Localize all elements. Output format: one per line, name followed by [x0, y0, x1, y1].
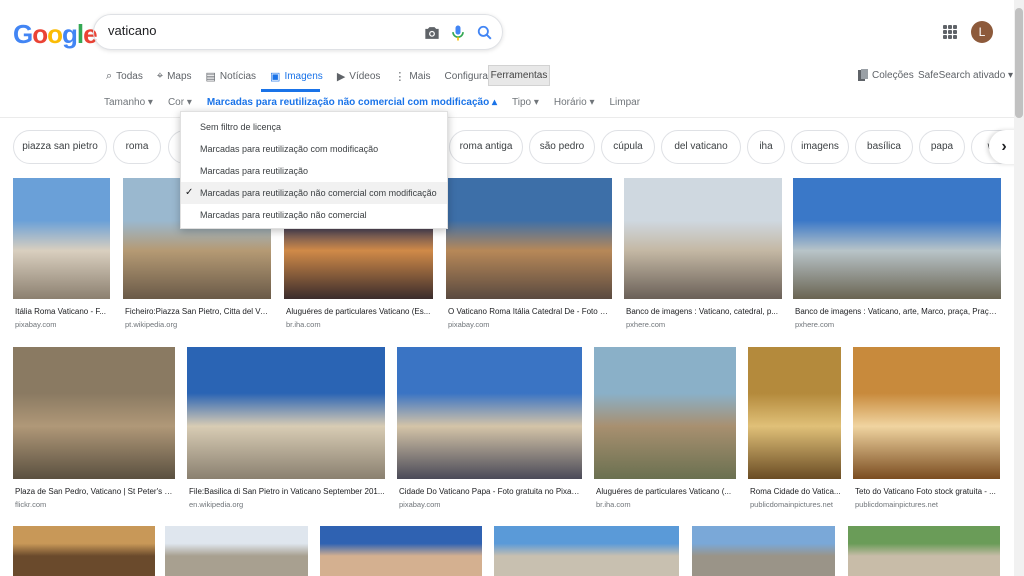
tab-imagens[interactable]: ▣ Imagens: [270, 68, 323, 84]
search-box: [93, 14, 503, 50]
result-source: pt.wikipedia.org: [125, 320, 178, 329]
scrollbar[interactable]: [1014, 0, 1024, 576]
thumbnail-image[interactable]: [320, 526, 482, 576]
active-tab-indicator: [261, 89, 320, 92]
thumbnail-image[interactable]: [692, 526, 835, 576]
filter-time[interactable]: Horário ▾: [554, 97, 595, 108]
search-tabs: ⌕ Todas ⌖ Maps ▤ Notícias ▣ Imagens ▶ Vídeos …: [106, 68, 523, 84]
thumbnail-image[interactable]: [848, 526, 1000, 576]
thumbnail-image[interactable]: [494, 526, 679, 576]
result-source: en.wikipedia.org: [189, 500, 244, 509]
result-title[interactable]: Banco de imagens : Vaticano, catedral, p…: [626, 307, 782, 316]
result-title[interactable]: Ficheiro:Piazza San Pietro, Citta del Va…: [125, 307, 271, 316]
safesearch-toggle[interactable]: SafeSearch ativado ▾: [918, 70, 1013, 81]
chip[interactable]: iha: [747, 130, 785, 164]
video-icon: ▶: [336, 70, 346, 83]
result-title[interactable]: O Vaticano Roma Itália Catedral De - Fot…: [448, 307, 612, 316]
chip[interactable]: roma: [113, 130, 161, 164]
chip[interactable]: basílica: [855, 130, 913, 164]
result-title[interactable]: Aluguéres de particulares Vaticano (...: [596, 487, 736, 496]
result-source: pixabay.com: [399, 500, 441, 509]
filter-usage-rights[interactable]: Marcadas para reutilização não comercial…: [207, 97, 497, 108]
tab-videos[interactable]: ▶ Vídeos: [337, 68, 381, 84]
tab-mais[interactable]: ⋮ Mais: [394, 68, 430, 84]
thumbnail-image[interactable]: [446, 178, 612, 299]
result-title[interactable]: Banco de imagens : Vaticano, arte, Marco…: [795, 307, 1001, 316]
result-source: pxhere.com: [795, 320, 835, 329]
thumbnail-image[interactable]: [624, 178, 782, 299]
avatar[interactable]: L: [971, 21, 993, 43]
menu-item-selected[interactable]: ✓ Marcadas para reutilização não comercia…: [181, 182, 447, 204]
thumbnail-image[interactable]: [165, 526, 308, 576]
thumbnail-image[interactable]: [13, 526, 155, 576]
result-source: br.iha.com: [286, 320, 321, 329]
filter-type[interactable]: Tipo ▾: [512, 97, 539, 108]
thumbnail-image[interactable]: [793, 178, 1001, 299]
thumbnail-image[interactable]: [13, 347, 175, 479]
image-icon: ▣: [270, 70, 281, 83]
result-source: publicdomainpictures.net: [750, 500, 833, 509]
result-source: br.iha.com: [596, 500, 631, 509]
tab-maps[interactable]: ⌖ Maps: [157, 68, 192, 84]
divider: [0, 117, 1014, 118]
chip[interactable]: del vaticano: [661, 130, 741, 164]
more-vert-icon: ⋮: [394, 70, 406, 83]
microphone-icon[interactable]: [448, 23, 468, 43]
news-icon: ▤: [205, 70, 216, 83]
tab-todas[interactable]: ⌕ Todas: [106, 68, 143, 84]
result-title[interactable]: Teto do Vaticano Foto stock gratuita - .…: [855, 487, 1000, 496]
search-icon[interactable]: [475, 23, 495, 43]
thumbnail-image[interactable]: [13, 178, 110, 299]
chip[interactable]: piazza san pietro: [13, 130, 107, 164]
result-source: pixabay.com: [15, 320, 57, 329]
menu-item[interactable]: Marcadas para reutilização: [181, 160, 447, 182]
check-icon: ✓: [185, 187, 194, 198]
menu-item[interactable]: Marcadas para reutilização não comercial: [181, 204, 447, 226]
thumbnail-image[interactable]: [748, 347, 841, 479]
chip[interactable]: papa: [919, 130, 965, 164]
chip[interactable]: imagens: [791, 130, 849, 164]
chip[interactable]: roma antiga: [449, 130, 523, 164]
thumbnail-image[interactable]: [187, 347, 385, 479]
tab-noticias[interactable]: ▤ Notícias: [206, 68, 257, 84]
thumbnail-image[interactable]: [397, 347, 582, 479]
result-title[interactable]: Cidade Do Vaticano Papa - Foto gratuita …: [399, 487, 582, 496]
result-title[interactable]: Plaza de San Pedro, Vaticano | St Peter'…: [15, 487, 175, 496]
result-title[interactable]: File:Basilica di San Pietro in Vaticano …: [189, 487, 385, 496]
result-source: flickr.com: [15, 500, 47, 509]
tools-button[interactable]: Ferramentas: [488, 65, 550, 86]
tools-filters: Tamanho ▾ Cor ▾ Marcadas para reutilizaç…: [104, 97, 655, 108]
result-source: publicdomainpictures.net: [855, 500, 938, 509]
search-input[interactable]: [108, 23, 408, 38]
chip[interactable]: cúpula: [601, 130, 655, 164]
result-title[interactable]: Aluguéres de particulares Vaticano (Es..…: [286, 307, 433, 316]
thumbnail-image[interactable]: [594, 347, 736, 479]
chip[interactable]: são pedro: [529, 130, 595, 164]
collections-link[interactable]: Coleções: [858, 69, 914, 81]
scrollbar-thumb[interactable]: [1015, 8, 1023, 118]
result-title[interactable]: Roma Cidade do Vatica...: [750, 487, 841, 496]
map-pin-icon: ⌖: [156, 69, 164, 82]
result-title[interactable]: Itália Roma Vaticano - F...: [15, 307, 110, 316]
thumbnail-image[interactable]: [853, 347, 1000, 479]
related-search-chips: piazza san pietro roma r roma antiga são…: [13, 130, 1013, 164]
filter-clear[interactable]: Limpar: [609, 97, 640, 108]
bookmark-icon: [858, 69, 868, 81]
result-source: pxhere.com: [626, 320, 666, 329]
search-icon: ⌕: [106, 69, 113, 82]
filter-size[interactable]: Tamanho ▾: [104, 97, 153, 108]
menu-item[interactable]: Sem filtro de licença: [181, 116, 447, 138]
menu-item[interactable]: Marcadas para reutilização com modificaç…: [181, 138, 447, 160]
google-logo[interactable]: Google: [13, 19, 98, 50]
apps-grid-icon[interactable]: [943, 25, 957, 39]
camera-icon[interactable]: [422, 23, 442, 43]
filter-color[interactable]: Cor ▾: [168, 97, 192, 108]
usage-rights-menu: Sem filtro de licença Marcadas para reut…: [180, 111, 448, 229]
result-source: pixabay.com: [448, 320, 490, 329]
